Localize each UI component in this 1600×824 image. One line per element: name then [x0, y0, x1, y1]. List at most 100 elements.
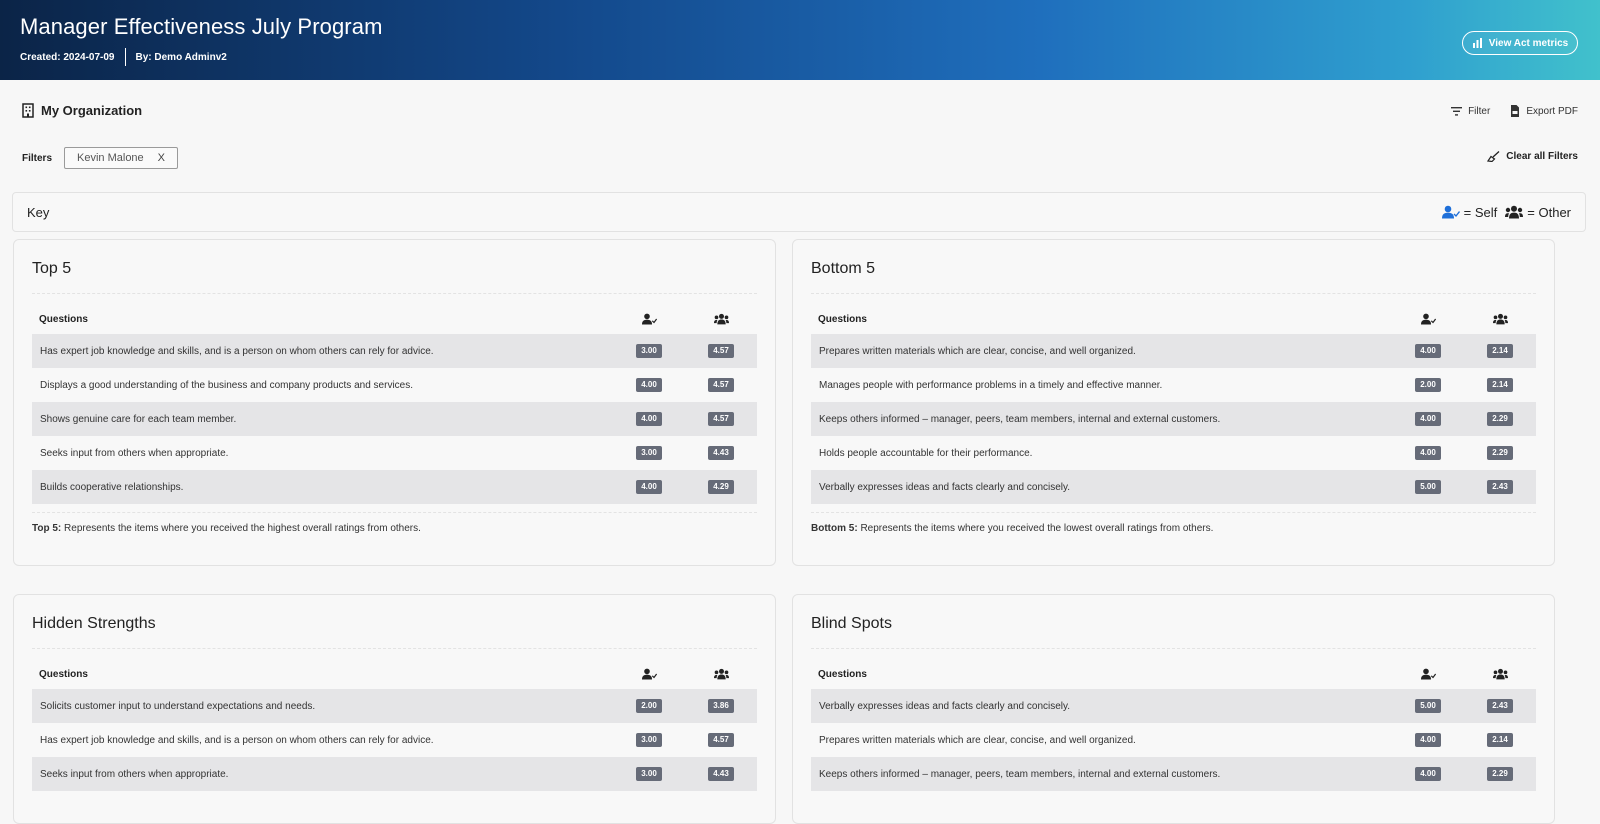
other-score-cell: 2.43 [1464, 480, 1536, 494]
view-act-metrics-button[interactable]: View Act metrics [1462, 31, 1578, 55]
other-legend-label: = Other [1527, 204, 1571, 220]
self-score-badge: 4.00 [1415, 446, 1441, 460]
question-text: Seeks input from others when appropriate… [40, 447, 229, 459]
other-score-badge: 4.57 [708, 733, 734, 747]
question-text: Verbally expresses ideas and facts clear… [819, 481, 1071, 493]
other-score-cell: 4.29 [685, 480, 757, 494]
broom-icon [1487, 151, 1500, 162]
question-text: Seeks input from others when appropriate… [40, 768, 229, 780]
self-column-icon [641, 313, 657, 325]
self-score-cell: 4.00 [1392, 446, 1464, 460]
self-column-icon [641, 668, 657, 680]
self-score-badge: 4.00 [1415, 412, 1441, 426]
self-score-cell: 2.00 [613, 699, 685, 713]
self-score-badge: 2.00 [1415, 378, 1441, 392]
other-score-cell: 2.29 [1464, 412, 1536, 426]
table-row: Manages people with performance problems… [811, 368, 1536, 402]
other-score-badge: 2.29 [1487, 412, 1513, 426]
other-score-badge: 2.14 [1487, 733, 1513, 747]
org-label: My Organization [41, 103, 143, 118]
clear-all-filters-label: Clear all Filters [1506, 151, 1578, 162]
bottom5-panel: Bottom 5 Questions Prepares written materi… [792, 239, 1555, 566]
other-score-cell: 4.57 [685, 733, 757, 747]
program-header: Manager Effectiveness July Program Creat… [0, 0, 1600, 80]
other-score-cell: 4.43 [685, 446, 757, 460]
clear-all-filters-button[interactable]: Clear all Filters [1487, 151, 1578, 162]
self-score-badge: 3.00 [636, 344, 662, 358]
others-column-icon [713, 313, 729, 325]
questions-table: Questions Prepares written materials whic… [811, 304, 1536, 513]
table-header: Questions [811, 659, 1536, 689]
questions-header: Questions [818, 313, 867, 325]
self-score-cell: 2.00 [1392, 378, 1464, 392]
self-score-badge: 5.00 [1415, 480, 1441, 494]
self-score-cell: 4.00 [1392, 344, 1464, 358]
self-score-cell: 4.00 [613, 412, 685, 426]
table-row: Keeps others informed – manager, peers, … [811, 402, 1536, 436]
pdf-file-icon [1511, 105, 1520, 117]
panel-note: Top 5: Represents the items where you re… [32, 523, 421, 534]
export-pdf-button[interactable]: Export PDF [1510, 105, 1578, 117]
panel-title: Hidden Strengths [32, 615, 156, 632]
key-bar: Key = Self = Other [12, 192, 1586, 232]
self-score-badge: 3.00 [636, 733, 662, 747]
table-row: Keeps others informed – manager, peers, … [811, 757, 1536, 791]
filter-chip-label: Kevin Malone [77, 152, 144, 164]
self-score-badge: 5.00 [1415, 699, 1441, 713]
self-score-badge: 4.00 [636, 480, 662, 494]
self-score-cell: 4.00 [613, 378, 685, 392]
self-score-cell: 4.00 [1392, 733, 1464, 747]
question-text: Manages people with performance problems… [819, 379, 1163, 391]
question-text: Has expert job knowledge and skills, and… [40, 345, 434, 357]
view-act-metrics-label: View Act metrics [1488, 37, 1569, 49]
panel-note-title: Top 5: [32, 523, 62, 534]
questions-header: Questions [818, 668, 867, 680]
self-score-badge: 4.00 [1415, 733, 1441, 747]
other-score-badge: 2.43 [1487, 699, 1513, 713]
self-score-cell: 4.00 [1392, 767, 1464, 781]
self-score-badge: 4.00 [636, 412, 662, 426]
others-column-header [685, 313, 757, 325]
question-text: Prepares written materials which are cle… [819, 345, 1136, 357]
other-score-cell: 4.43 [685, 767, 757, 781]
panel-note-text: Represents the items where you received … [857, 523, 1214, 534]
self-legend-label: = Self [1463, 204, 1498, 220]
self-score-badge: 4.00 [1415, 767, 1441, 781]
question-text: Verbally expresses ideas and facts clear… [819, 700, 1071, 712]
self-column-header [613, 313, 685, 325]
table-header: Questions [811, 304, 1536, 334]
self-score-cell: 3.00 [613, 344, 685, 358]
filter-chip[interactable]: Kevin Malone X [64, 147, 179, 169]
filters-label: Filters [22, 152, 53, 164]
table-header: Questions [32, 659, 757, 689]
table-footer-divider [811, 512, 1536, 513]
self-column-header [1392, 313, 1464, 325]
other-score-badge: 2.43 [1487, 480, 1513, 494]
questions-table: Questions Solicits customer input to unde… [32, 659, 757, 791]
self-score-cell: 4.00 [613, 480, 685, 494]
questions-header: Questions [39, 668, 88, 680]
questions-table: Questions Verbally expresses ideas and fa… [811, 659, 1536, 791]
table-header: Questions [32, 304, 757, 334]
other-score-cell: 2.43 [1464, 699, 1536, 713]
filters-row: Filters Kevin Malone X Clear all Filters [22, 147, 1578, 169]
self-score-badge: 4.00 [1415, 344, 1441, 358]
toolbar: My Organization Filter Export PDF [22, 103, 1578, 123]
question-text: Has expert job knowledge and skills, and… [40, 734, 434, 746]
other-score-cell: 2.29 [1464, 767, 1536, 781]
others-column-header [685, 668, 757, 680]
filter-button[interactable]: Filter [1451, 105, 1490, 117]
filter-icon [1451, 106, 1463, 116]
self-score-badge: 3.00 [636, 446, 662, 460]
panel-divider [811, 293, 1536, 294]
table-row: Displays a good understanding of the bus… [32, 368, 757, 402]
created-date: Created: 2024-07-09 [20, 51, 115, 63]
self-score-cell: 4.00 [1392, 412, 1464, 426]
other-score-cell: 3.86 [685, 699, 757, 713]
self-column-icon [1420, 313, 1436, 325]
program-title: Manager Effectiveness July Program [20, 14, 383, 39]
other-score-cell: 4.57 [685, 344, 757, 358]
org-selector[interactable]: My Organization [22, 103, 1578, 118]
key-legend: = Self = Other [1441, 204, 1571, 220]
filter-chip-remove[interactable]: X [158, 152, 165, 164]
